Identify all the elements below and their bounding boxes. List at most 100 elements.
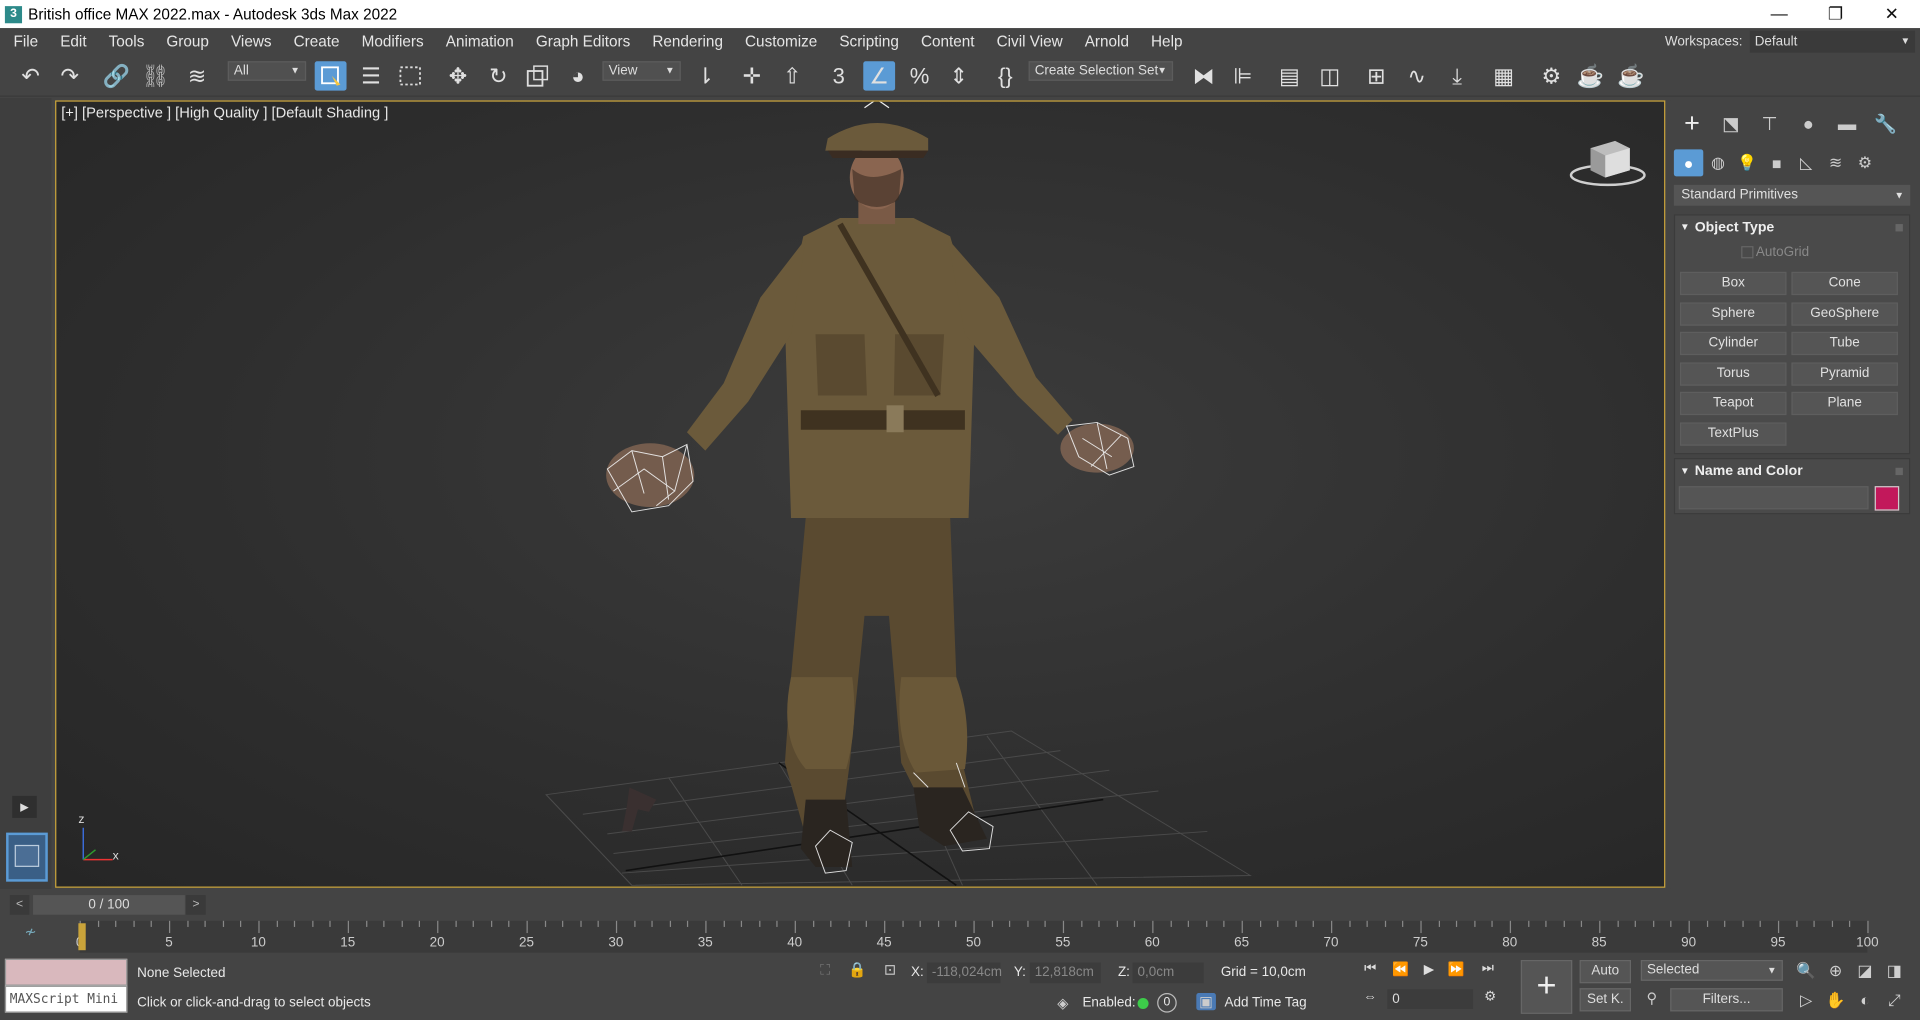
maximize-viewport-icon[interactable]: ⤢ (1883, 989, 1905, 1011)
render-production-icon[interactable]: ☕ (1615, 61, 1647, 90)
time-configuration-icon[interactable]: ⚙ (1479, 988, 1501, 1008)
torus-button[interactable]: Torus (1680, 362, 1787, 386)
minimize-button[interactable]: — (1751, 0, 1807, 28)
viewcube[interactable] (1569, 131, 1647, 190)
object-type-title[interactable]: Object Type (1675, 216, 1909, 240)
pan-view-icon[interactable]: ✋ (1824, 989, 1846, 1011)
pivot-center-icon[interactable]: ⇂ (689, 61, 721, 90)
previous-frame-button[interactable]: < (9, 895, 30, 915)
menu-file[interactable]: File (0, 28, 49, 55)
maxscript-output[interactable] (4, 958, 128, 986)
selection-lock-icon[interactable]: 🔒 (847, 961, 867, 978)
hierarchy-tab-icon[interactable]: ⊤ (1755, 110, 1784, 137)
menu-civil-view[interactable]: Civil View (986, 28, 1074, 55)
current-frame-field[interactable]: 0 (1387, 989, 1474, 1009)
space-warps-icon[interactable]: ≋ (1821, 149, 1850, 176)
menu-help[interactable]: Help (1140, 28, 1194, 55)
key-mode-toggle-icon[interactable]: ⇔ (1359, 989, 1381, 1009)
menu-edit[interactable]: Edit (49, 28, 97, 55)
display-tab-icon[interactable]: ▬ (1832, 110, 1861, 137)
menu-animation[interactable]: Animation (435, 28, 525, 55)
link-icon[interactable]: 🔗 (100, 61, 132, 90)
adaptive-degradation-icon[interactable]: ◈ (1053, 994, 1073, 1011)
orbit-icon[interactable]: ◐ (1854, 989, 1876, 1011)
next-frame-button[interactable]: > (186, 895, 206, 915)
set-key-button[interactable]: Set K. (1579, 988, 1632, 1012)
rotate-icon[interactable]: ↻ (482, 61, 514, 90)
viewport-layout-thumbnail[interactable] (6, 832, 48, 882)
snaps-toggle-icon[interactable]: 3 (823, 61, 855, 90)
select-by-name-icon[interactable]: ☰ (355, 61, 387, 90)
bind-space-warp-icon[interactable]: ≋ (181, 61, 213, 90)
scale-icon[interactable] (522, 61, 554, 90)
select-manipulate-icon[interactable]: ✛ (736, 61, 768, 90)
name-and-color-title[interactable]: Name and Color (1675, 459, 1909, 484)
key-filters-icon[interactable]: ⚲ (1641, 989, 1663, 1006)
menu-arnold[interactable]: Arnold (1074, 28, 1140, 55)
unlink-icon[interactable]: ⛓ (140, 61, 172, 90)
pyramid-button[interactable]: Pyramid (1791, 362, 1898, 386)
previous-key-icon[interactable]: ⏪ (1390, 961, 1412, 981)
plane-button[interactable]: Plane (1791, 391, 1898, 416)
maxscript-mini-input[interactable]: MAXScript Mini (4, 985, 128, 1013)
keyboard-shortcut-override-icon[interactable]: ⇧ (776, 61, 808, 90)
sphere-button[interactable]: Sphere (1680, 302, 1787, 326)
shapes-icon[interactable]: ◍ (1703, 149, 1732, 176)
geometry-icon[interactable]: ● (1673, 149, 1704, 177)
redo-icon[interactable]: ↷ (54, 61, 86, 90)
filters-button[interactable]: Filters... (1670, 988, 1783, 1012)
rectangular-selection-icon[interactable] (394, 61, 426, 90)
perspective-viewport[interactable]: [+] [Perspective ] [High Quality ] [Defa… (55, 100, 1666, 888)
zoom-all-icon[interactable]: ⊕ (1824, 960, 1846, 982)
absolute-mode-icon[interactable]: ⊡ (880, 961, 900, 978)
systems-icon[interactable]: ⚙ (1850, 149, 1879, 176)
menu-content[interactable]: Content (910, 28, 986, 55)
tube-button[interactable]: Tube (1791, 331, 1898, 356)
field-of-view-icon[interactable]: ▷ (1795, 989, 1817, 1011)
toggle-ribbon-icon[interactable]: ⊞ (1360, 61, 1392, 90)
render-setup-icon[interactable]: ⚙ (1536, 61, 1568, 90)
object-name-field[interactable] (1678, 486, 1869, 510)
menu-customize[interactable]: Customize (734, 28, 828, 55)
place-icon[interactable]: ◕ (562, 61, 594, 90)
track-timeline[interactable]: 0510152025303540455055606570758085909510… (76, 920, 1879, 953)
menu-tools[interactable]: Tools (98, 28, 156, 55)
menu-scripting[interactable]: Scripting (828, 28, 910, 55)
menu-modifiers[interactable]: Modifiers (351, 28, 435, 55)
object-color-swatch[interactable] (1874, 486, 1900, 511)
reference-coordinate-dropdown[interactable]: View ▼ (602, 61, 681, 81)
selection-filter-dropdown[interactable]: All ▼ (227, 61, 307, 81)
layer-explorer-icon[interactable]: ◫ (1314, 61, 1346, 90)
menu-group[interactable]: Group (155, 28, 220, 55)
menu-graph-editors[interactable]: Graph Editors (525, 28, 641, 55)
primitive-category-dropdown[interactable]: Standard Primitives ▼ (1673, 184, 1911, 206)
go-to-start-icon[interactable]: ⏮ (1359, 961, 1381, 981)
add-time-tag-button[interactable]: Add Time Tag (1224, 996, 1306, 1011)
move-icon[interactable]: ✥ (442, 61, 474, 90)
time-slider-thumb[interactable]: 0 / 100 (33, 895, 185, 915)
play-icon[interactable]: ▶ (1418, 961, 1440, 981)
enabled-count[interactable]: 0 (1157, 993, 1177, 1013)
utilities-tab-icon[interactable]: 🔧 (1871, 110, 1900, 137)
z-coordinate-field[interactable]: 0,0cm (1132, 962, 1204, 984)
cone-button[interactable]: Cone (1791, 271, 1898, 296)
select-object-icon[interactable] (314, 61, 347, 91)
menu-create[interactable]: Create (283, 28, 351, 55)
zoom-icon[interactable]: 🔍 (1795, 960, 1817, 982)
go-to-end-icon[interactable]: ⏭ (1477, 961, 1499, 981)
create-tab-icon[interactable]: + (1677, 108, 1706, 139)
teapot-button[interactable]: Teapot (1680, 391, 1787, 416)
angle-snap-icon[interactable]: ∠ (863, 61, 896, 91)
scene-explorer-icon[interactable]: ▤ (1273, 61, 1305, 90)
textplus-button[interactable]: TextPlus (1680, 422, 1787, 446)
geosphere-button[interactable]: GeoSphere (1791, 302, 1898, 326)
auto-key-button[interactable]: Auto (1579, 960, 1632, 984)
curve-editor-icon[interactable]: ∿ (1401, 61, 1433, 90)
key-filter-selected-dropdown[interactable]: Selected ▼ (1640, 960, 1783, 981)
isolate-selection-icon[interactable]: ⛶ (814, 961, 836, 979)
close-button[interactable]: ✕ (1864, 0, 1920, 28)
lights-icon[interactable]: 💡 (1733, 149, 1762, 176)
schematic-view-icon[interactable]: ⤓ (1441, 61, 1473, 90)
next-key-icon[interactable]: ⏩ (1445, 961, 1467, 981)
undo-icon[interactable]: ↶ (15, 61, 47, 90)
